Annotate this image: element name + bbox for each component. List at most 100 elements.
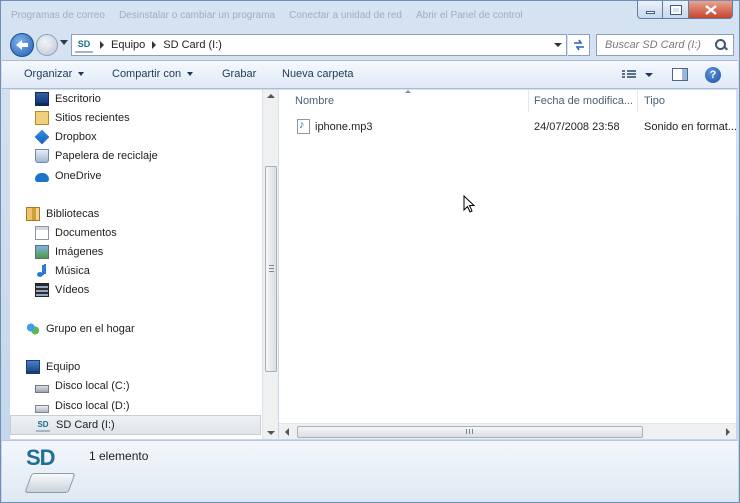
minimize-button[interactable]	[637, 1, 663, 19]
address-bar[interactable]: SD Equipo SD Card (I:)	[71, 34, 567, 56]
scroll-thumb[interactable]	[265, 166, 277, 372]
organize-button[interactable]: Organizar	[24, 68, 85, 80]
homegroup-icon	[26, 322, 40, 336]
nav-item-label: Dropbox	[55, 131, 97, 143]
nav-item-drive-d[interactable]: Disco local (D:)	[35, 397, 130, 415]
nav-item-label: OneDrive	[55, 170, 102, 182]
nav-item-dropbox[interactable]: Dropbox	[34, 128, 97, 146]
nav-item-drive-c[interactable]: Disco local (C:)	[35, 377, 130, 395]
images-icon	[35, 245, 49, 259]
close-icon	[704, 4, 717, 15]
search-input[interactable]: Buscar SD Card (I:)	[597, 39, 713, 51]
breadcrumb-separator[interactable]	[152, 41, 157, 49]
column-header-date[interactable]: Fecha de modifica...	[534, 90, 634, 112]
organize-label: Organizar	[24, 68, 73, 80]
arrow-right-icon	[42, 41, 52, 49]
music-icon	[35, 264, 49, 278]
nav-item-label: Vídeos	[55, 284, 90, 296]
ghost-title: Desinstalar o cambiar un programa	[118, 10, 276, 21]
nav-item-documents[interactable]: Documentos	[35, 224, 117, 242]
nav-item-label: Papelera de reciclaje	[55, 150, 158, 162]
views-icon[interactable]	[622, 69, 636, 81]
help-icon[interactable]: ?	[705, 67, 721, 83]
breadcrumb-equipo[interactable]: Equipo	[111, 39, 145, 51]
scroll-down-arrow[interactable]	[267, 431, 275, 435]
column-header-name[interactable]: Nombre	[295, 90, 525, 112]
ghost-title: Programas de correo	[11, 10, 105, 21]
file-type: Sonido en format...	[644, 121, 736, 133]
views-dropdown-arrow[interactable]	[645, 73, 653, 77]
table-row[interactable]: iphone.mp3 24/07/2008 23:58 Sonido en fo…	[295, 118, 736, 136]
hard-drive-icon	[35, 385, 49, 393]
back-button[interactable]	[10, 33, 34, 57]
dropbox-icon	[34, 129, 50, 145]
nav-item-label: Equipo	[46, 361, 81, 373]
documents-icon	[35, 226, 49, 240]
forward-button[interactable]	[36, 34, 58, 56]
command-bar: Organizar Compartir con Grabar Nueva car…	[2, 60, 738, 89]
preview-pane-icon[interactable]	[672, 68, 688, 81]
nav-item-label: Imágenes	[55, 246, 104, 258]
file-name: iphone.mp3	[315, 121, 373, 133]
nav-item-label: Música	[55, 265, 90, 277]
sd-card-large-icon: SD	[22, 445, 78, 497]
search-box[interactable]: Buscar SD Card (I:)	[596, 34, 734, 56]
sd-card-logo-text: SD	[26, 445, 56, 470]
horizontal-scrollbar[interactable]	[279, 423, 736, 439]
nav-item-label: Disco local (D:)	[55, 400, 130, 412]
nav-item-label: Bibliotecas	[46, 208, 100, 220]
scroll-left-arrow[interactable]	[285, 428, 289, 436]
nav-item-recent-places[interactable]: Sitios recientes	[35, 109, 130, 127]
breadcrumb-separator[interactable]	[100, 41, 104, 49]
scroll-up-arrow[interactable]	[267, 94, 275, 98]
scroll-right-arrow[interactable]	[726, 428, 730, 436]
maximize-button[interactable]	[663, 1, 689, 19]
navigation-pane: Escritorio Sitios recientes Dropbox Pape…	[10, 90, 262, 439]
onedrive-icon	[35, 173, 49, 182]
breadcrumb-sd-card[interactable]: SD Card (I:)	[163, 39, 222, 51]
navigation-scrollbar[interactable]	[262, 90, 278, 439]
title-bar: Programas de correo Desinstalar o cambia…	[1, 1, 739, 31]
nav-item-label: Grupo en el hogar	[46, 323, 135, 335]
new-folder-button[interactable]: Nueva carpeta	[282, 68, 354, 80]
item-count: 1 elemento	[89, 449, 149, 463]
refresh-icon	[573, 39, 584, 51]
recent-pages-dropdown[interactable]	[60, 40, 68, 45]
scroll-thumb[interactable]	[297, 426, 643, 438]
column-header-type[interactable]: Tipo	[644, 90, 734, 112]
computer-icon	[26, 360, 40, 374]
recycle-bin-icon	[35, 149, 49, 163]
libraries-icon	[26, 207, 40, 221]
sd-card-shape	[24, 473, 76, 493]
nav-item-recycle-bin[interactable]: Papelera de reciclaje	[35, 147, 158, 165]
chevron-down-icon	[187, 72, 194, 76]
search-icon[interactable]	[713, 37, 729, 53]
window-controls	[637, 1, 733, 19]
nav-item-homegroup[interactable]: Grupo en el hogar	[26, 320, 135, 338]
nav-item-sd-card[interactable]: SD SD Card (I:)	[10, 415, 261, 435]
nav-item-libraries[interactable]: Bibliotecas	[26, 205, 99, 223]
file-list[interactable]: Nombre Fecha de modifica... Tipo iphone.…	[279, 90, 736, 439]
explorer-window: Programas de correo Desinstalar o cambia…	[0, 0, 740, 503]
nav-item-music[interactable]: Música	[35, 262, 90, 280]
audio-file-icon	[297, 119, 310, 134]
nav-item-images[interactable]: Imágenes	[35, 243, 103, 261]
column-divider[interactable]	[528, 90, 529, 112]
share-with-button[interactable]: Compartir con	[112, 68, 194, 80]
new-folder-label: Nueva carpeta	[282, 68, 354, 80]
nav-item-desktop[interactable]: Escritorio	[35, 90, 101, 108]
nav-item-label: Documentos	[55, 227, 117, 239]
nav-item-onedrive[interactable]: OneDrive	[35, 167, 101, 185]
burn-label: Grabar	[222, 68, 257, 80]
sd-card-icon: SD	[36, 418, 50, 432]
nav-item-label: Sitios recientes	[55, 112, 130, 124]
nav-item-videos[interactable]: Vídeos	[35, 281, 89, 299]
refresh-button[interactable]	[568, 34, 590, 56]
close-button[interactable]	[689, 1, 733, 19]
column-divider[interactable]	[637, 90, 638, 112]
mouse-cursor-icon	[463, 195, 475, 213]
address-dropdown-arrow[interactable]	[554, 43, 562, 47]
burn-button[interactable]: Grabar	[222, 68, 256, 80]
nav-item-computer[interactable]: Equipo	[26, 358, 80, 376]
hard-drive-icon	[35, 405, 49, 413]
